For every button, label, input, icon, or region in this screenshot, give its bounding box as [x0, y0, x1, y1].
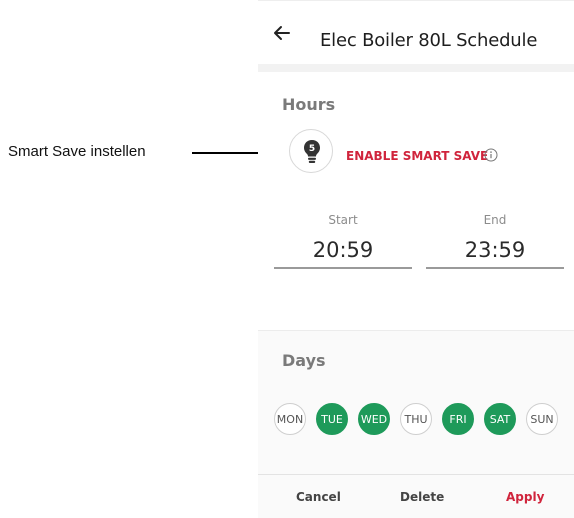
enable-smart-save-link[interactable]: ENABLE SMART SAVE — [346, 149, 488, 163]
apply-button[interactable]: Apply — [506, 490, 544, 504]
day-toggle-thu[interactable]: THU — [400, 403, 432, 435]
day-toggle-fri[interactable]: FRI — [442, 403, 474, 435]
app-bar: Elec Boiler 80L Schedule — [258, 0, 574, 65]
arrow-left-icon[interactable] — [272, 23, 292, 43]
start-time-input[interactable]: 20:59 — [274, 238, 412, 262]
day-toggle-sat[interactable]: SAT — [484, 403, 516, 435]
days-title: Days — [282, 351, 326, 370]
start-label: Start — [328, 213, 358, 227]
bulb-badge-text: 5 — [309, 144, 315, 154]
end-underline — [426, 267, 564, 269]
cancel-button[interactable]: Cancel — [296, 490, 341, 504]
info-icon[interactable] — [484, 148, 498, 162]
footer-divider — [258, 474, 574, 475]
day-toggle-tue[interactable]: TUE — [316, 403, 348, 435]
lightbulb-icon: 5 — [304, 140, 320, 163]
page-title: Elec Boiler 80L Schedule — [320, 30, 538, 51]
day-toggle-sun[interactable]: SUN — [526, 403, 558, 435]
hours-section: Hours 5 ENABLE SMART SAVE Start 20:59 En… — [258, 72, 574, 331]
end-time-input[interactable]: 23:59 — [426, 238, 564, 262]
start-underline — [274, 267, 412, 269]
hours-title: Hours — [282, 95, 336, 114]
end-label: End — [483, 213, 507, 227]
annotation-label: Smart Save instellen — [8, 143, 146, 160]
smart-save-bulb-button[interactable]: 5 — [289, 129, 333, 173]
header-divider — [258, 64, 574, 72]
delete-button[interactable]: Delete — [400, 490, 444, 504]
schedule-screen: Elec Boiler 80L Schedule Hours 5 ENABLE … — [258, 0, 574, 518]
day-toggle-wed[interactable]: WED — [358, 403, 390, 435]
day-toggle-mon[interactable]: MON — [274, 403, 306, 435]
